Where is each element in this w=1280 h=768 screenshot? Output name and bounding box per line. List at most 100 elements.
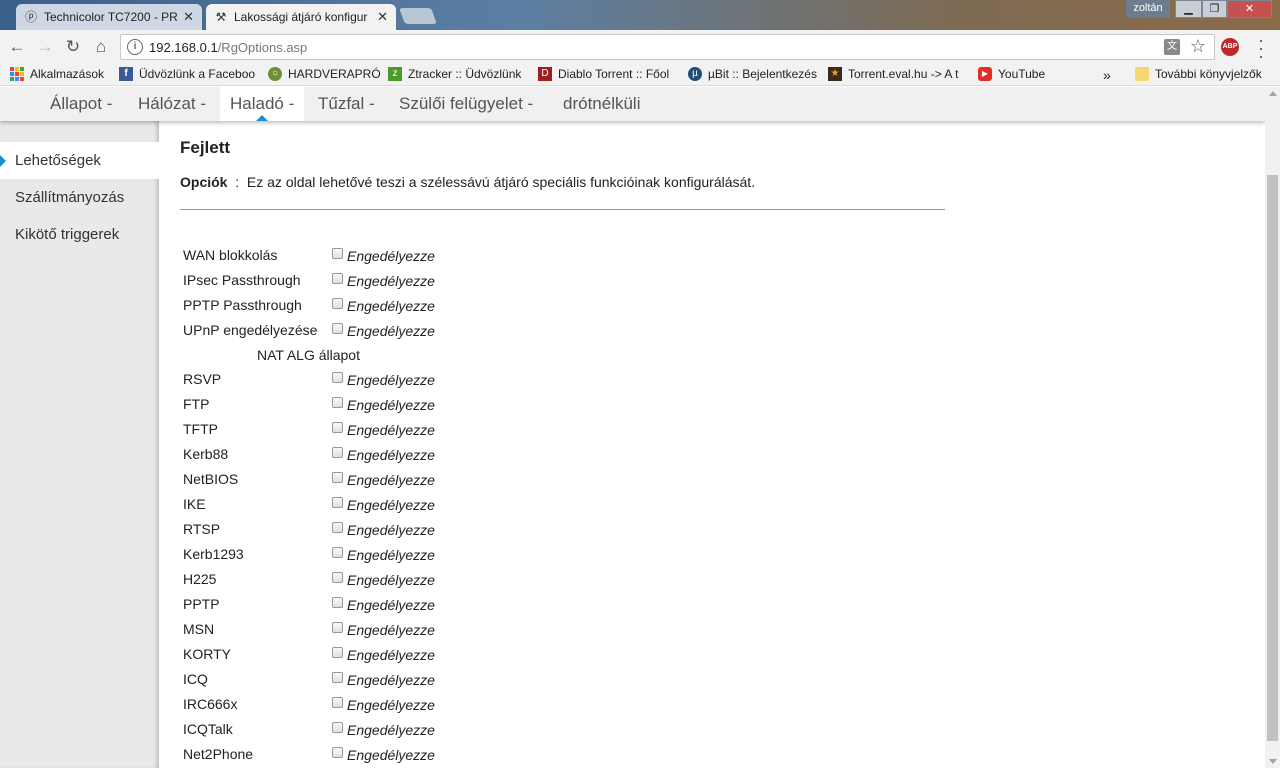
bookmark-star-icon[interactable]: ☆ <box>1190 36 1206 57</box>
enable-checkbox-label[interactable]: Engedélyezze <box>347 722 435 738</box>
address-bar[interactable]: i 192.168.0.1/RgOptions.asp 文 ☆ <box>120 34 1215 60</box>
scroll-down-arrow-icon[interactable] <box>1269 759 1277 764</box>
enable-checkbox[interactable] <box>332 547 343 558</box>
close-tab-icon[interactable]: ✕ <box>183 9 194 25</box>
enable-checkbox-label[interactable]: Engedélyezze <box>347 422 435 438</box>
close-tab-icon[interactable]: ✕ <box>377 9 388 25</box>
nav-halado[interactable]: Haladó - <box>220 87 305 121</box>
option-label: NetBIOS <box>183 471 239 487</box>
adblock-plus-icon[interactable]: ABP <box>1221 38 1239 56</box>
nav-drotnelkuli[interactable]: drótnélküli <box>553 87 651 121</box>
nav-tuzfal[interactable]: Tűzfal - <box>308 87 385 121</box>
option-label: Net2Phone <box>183 746 254 762</box>
bookmark-label: HARDVERAPRÓ <box>288 67 381 81</box>
site-info-icon[interactable]: i <box>127 39 143 55</box>
reload-icon[interactable]: ↻ <box>62 36 84 58</box>
window-close-button[interactable]: ✕ <box>1227 0 1272 18</box>
nav-halozat[interactable]: Hálózat - <box>128 87 216 121</box>
forward-arrow-icon[interactable]: → <box>34 36 56 58</box>
page-title: Fejlett <box>180 138 231 157</box>
enable-checkbox-label[interactable]: Engedélyezze <box>347 323 435 339</box>
enable-checkbox-label[interactable]: Engedélyezze <box>347 747 435 763</box>
enable-checkbox-label[interactable]: Engedélyezze <box>347 248 435 264</box>
enable-checkbox[interactable] <box>332 273 343 284</box>
enable-checkbox-label[interactable]: Engedélyezze <box>347 572 435 588</box>
minimize-button[interactable]: ▁ <box>1175 0 1202 18</box>
translate-icon[interactable]: 文 <box>1164 39 1180 55</box>
bookmark-apps[interactable]: Alkalmazások <box>10 67 104 81</box>
nav-allapot[interactable]: Állapot - <box>40 87 122 121</box>
option-label: RTSP <box>183 521 221 537</box>
bookmark-label: Torrent.eval.hu -> A t <box>848 67 959 81</box>
browser-tab-technicolor[interactable]: ⓟ Technicolor TC7200 - PR ✕ <box>16 4 202 30</box>
enable-checkbox-label[interactable]: Engedélyezze <box>347 497 435 513</box>
enable-checkbox-label[interactable]: Engedélyezze <box>347 522 435 538</box>
new-tab-button[interactable] <box>399 8 437 24</box>
url-text: 192.168.0.1/RgOptions.asp <box>149 40 307 55</box>
bookmark-hardverapro[interactable]: ○ HARDVERAPRÓ <box>268 67 381 81</box>
maximize-button[interactable]: ❐ <box>1202 0 1227 18</box>
bookmark-facebook[interactable]: f Üdvözlünk a Faceboo <box>119 67 255 81</box>
enable-checkbox[interactable] <box>332 372 343 383</box>
page-scrollbar[interactable] <box>1265 87 1280 768</box>
option-label: Kerb1293 <box>183 546 244 562</box>
enable-checkbox-label[interactable]: Engedélyezze <box>347 672 435 688</box>
bookmark-torrent-eval[interactable]: ★ Torrent.eval.hu -> A t <box>828 67 966 81</box>
bookmark-youtube[interactable]: ▶ YouTube <box>978 67 1045 81</box>
enable-checkbox[interactable] <box>332 447 343 458</box>
enable-checkbox[interactable] <box>332 672 343 683</box>
enable-checkbox-label[interactable]: Engedélyezze <box>347 298 435 314</box>
enable-checkbox-label[interactable]: Engedélyezze <box>347 273 435 289</box>
bookmark-diablo[interactable]: D Diablo Torrent :: Főol <box>538 67 676 81</box>
chrome-menu-icon[interactable]: · · · <box>1254 31 1268 65</box>
enable-checkbox-label[interactable]: Engedélyezze <box>347 622 435 638</box>
enable-checkbox[interactable] <box>332 472 343 483</box>
enable-checkbox[interactable] <box>332 647 343 658</box>
bookmarks-overflow-button[interactable]: » <box>1103 67 1111 83</box>
main-content: Fejlett Opciók : Ez az oldal lehetővé te… <box>180 121 1180 768</box>
enable-checkbox-label[interactable]: Engedélyezze <box>347 697 435 713</box>
option-label: IRC666x <box>183 696 238 712</box>
enable-checkbox-label[interactable]: Engedélyezze <box>347 597 435 613</box>
enable-checkbox[interactable] <box>332 597 343 608</box>
bookmark-ztracker[interactable]: z Ztracker :: Üdvözlünk <box>388 67 521 81</box>
enable-checkbox[interactable] <box>332 248 343 259</box>
sidebar-item-kikoto-triggerek[interactable]: Kikötő triggerek <box>0 216 159 253</box>
scroll-up-arrow-icon[interactable] <box>1269 91 1277 96</box>
bookmark-ubit[interactable]: µ µBit :: Bejelentkezés <box>688 67 817 81</box>
enable-checkbox-label[interactable]: Engedélyezze <box>347 647 435 663</box>
enable-checkbox[interactable] <box>332 522 343 533</box>
enable-checkbox[interactable] <box>332 422 343 433</box>
bookmarks-bar: Alkalmazások f Üdvözlünk a Faceboo ○ HAR… <box>0 64 1280 86</box>
enable-checkbox[interactable] <box>332 697 343 708</box>
sidebar-item-lehetosegek[interactable]: Lehetőségek <box>0 142 159 179</box>
profile-user-button[interactable]: zoltán <box>1126 0 1170 18</box>
enable-checkbox[interactable] <box>332 622 343 633</box>
enable-checkbox-label[interactable]: Engedélyezze <box>347 372 435 388</box>
browser-tab-lakossagi[interactable]: ⚒ Lakossági átjáró konfigur ✕ <box>206 4 396 30</box>
options-description: Opciók : Ez az oldal lehetővé teszi a sz… <box>180 174 755 190</box>
home-icon[interactable]: ⌂ <box>90 36 112 58</box>
bookmark-label: Alkalmazások <box>30 67 105 81</box>
enable-checkbox-label[interactable]: Engedélyezze <box>347 397 435 413</box>
enable-checkbox[interactable] <box>332 397 343 408</box>
other-bookmarks-folder[interactable]: További könyvjelzők <box>1135 67 1262 81</box>
enable-checkbox[interactable] <box>332 323 343 334</box>
options-separator: : <box>235 174 240 190</box>
youtube-icon: ▶ <box>978 67 992 81</box>
nav-szuloi-felugyelet[interactable]: Szülői felügyelet - <box>389 87 543 121</box>
enable-checkbox[interactable] <box>332 572 343 583</box>
enable-checkbox-label[interactable]: Engedélyezze <box>347 472 435 488</box>
enable-checkbox-label[interactable]: Engedélyezze <box>347 547 435 563</box>
enable-checkbox[interactable] <box>332 298 343 309</box>
enable-checkbox-label[interactable]: Engedélyezze <box>347 447 435 463</box>
option-label: PPTP <box>183 596 220 612</box>
back-arrow-icon[interactable]: ← <box>6 36 28 58</box>
enable-checkbox[interactable] <box>332 747 343 758</box>
enable-checkbox[interactable] <box>332 497 343 508</box>
option-label: H225 <box>183 571 217 587</box>
sidebar-item-szallitmanyozas[interactable]: Szállítmányozás <box>0 179 159 216</box>
scrollbar-thumb[interactable] <box>1267 175 1278 741</box>
enable-checkbox[interactable] <box>332 722 343 733</box>
folder-icon <box>1135 67 1149 81</box>
